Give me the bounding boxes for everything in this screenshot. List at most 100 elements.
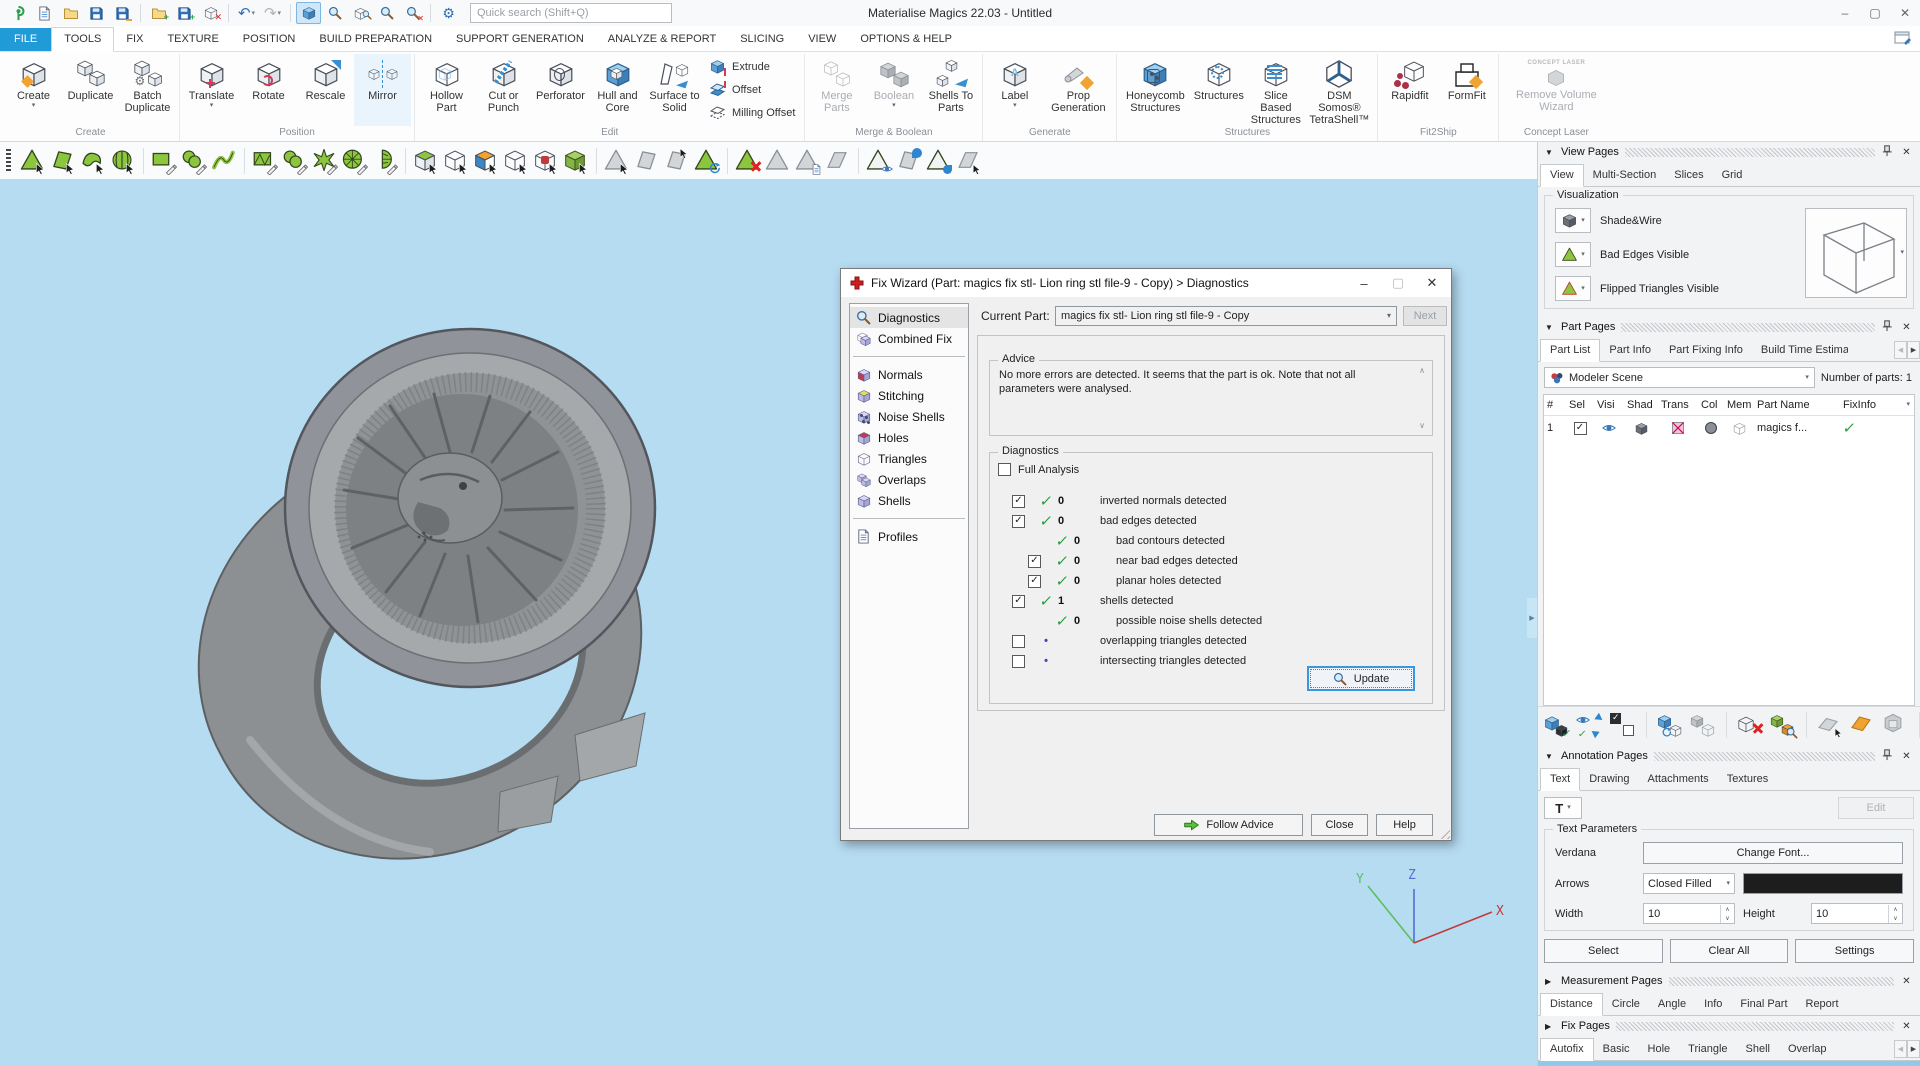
close-panel-icon[interactable]: ✕ <box>1900 147 1913 158</box>
color-icon[interactable] <box>1698 422 1724 434</box>
open-file-icon[interactable] <box>58 2 83 24</box>
tab-angle[interactable]: Angle <box>1649 994 1695 1015</box>
tab-analyze-report[interactable]: ANALYZE & REPORT <box>596 28 728 51</box>
tab-scroll-right[interactable]: ▶ <box>1907 341 1920 359</box>
machine-properties-icon[interactable] <box>1882 712 1910 738</box>
delete-marked-triangles-icon[interactable] <box>734 147 762 175</box>
pin-icon[interactable] <box>1881 748 1894 764</box>
star-marking-tool-icon[interactable] <box>311 147 339 175</box>
help-button[interactable]: Help <box>1376 814 1433 836</box>
sidebar-item-holes[interactable]: Holes <box>850 427 968 448</box>
diagnostic-row[interactable]: •overlapping triangles detected <box>990 631 1432 651</box>
text-tool-button[interactable]: T▾ <box>1544 797 1582 819</box>
prop-generation-button[interactable]: Prop Generation <box>1043 54 1113 126</box>
label-button[interactable]: ALabel▾ <box>986 54 1043 126</box>
zoom-part-icon[interactable] <box>348 2 373 24</box>
arrow-color-swatch[interactable] <box>1743 873 1903 894</box>
close-panel-icon[interactable]: ✕ <box>1900 322 1913 333</box>
tab-file[interactable]: FILE <box>0 28 51 51</box>
sidebar-item-triangles[interactable]: Triangles <box>850 448 968 469</box>
sidebar-item-overlaps[interactable]: Overlaps <box>850 469 968 490</box>
tab-slices[interactable]: Slices <box>1665 165 1712 186</box>
tab-hole[interactable]: Hole <box>1639 1039 1680 1060</box>
panel-collapse-handle[interactable]: ▶ <box>1527 598 1537 638</box>
view-pages-header[interactable]: ▼ View Pages ✕ <box>1538 142 1920 162</box>
color-drop-triangle-icon[interactable] <box>925 147 953 175</box>
tab-build-preparation[interactable]: BUILD PREPARATION <box>307 28 444 51</box>
cut-or-punch-button[interactable]: Cut or Punch <box>475 54 532 126</box>
current-part-select[interactable]: magics fix stl- Lion ring stl file-9 - C… <box>1055 306 1397 326</box>
table-row[interactable]: 1 ✓ magics f... ✓ <box>1544 416 1914 440</box>
tab-position[interactable]: POSITION <box>231 28 308 51</box>
select-cube-core-icon[interactable] <box>532 147 560 175</box>
dsm-somos-tetrashell-button[interactable]: DSM Somos® TetraShell™ <box>1304 54 1374 126</box>
panel-drag-area[interactable] <box>1621 323 1875 332</box>
panel-drag-area[interactable] <box>1654 752 1875 761</box>
window-triangles-tool-icon[interactable] <box>251 147 279 175</box>
freeform-marking-tool-icon[interactable] <box>210 147 238 175</box>
tab-part-list[interactable]: Part List <box>1540 339 1600 362</box>
select-cube-green-top-icon[interactable] <box>412 147 440 175</box>
dialog-minimize-button[interactable]: – <box>1347 271 1381 295</box>
tab-part-fixing-info[interactable]: Part Fixing Info <box>1660 340 1752 361</box>
toggle-selection-icon[interactable]: ✓ <box>1609 712 1637 738</box>
scene-selector[interactable]: Modeler Scene ▾ <box>1544 367 1815 388</box>
panel-drag-area[interactable] <box>1616 1022 1894 1031</box>
delete-part-icon[interactable] <box>1736 712 1764 738</box>
formfit-button[interactable]: FormFit <box>1438 54 1495 126</box>
tab-circle[interactable]: Circle <box>1603 994 1649 1015</box>
dialog-title-bar[interactable]: Fix Wizard (Part: magics fix stl- Lion r… <box>841 269 1451 297</box>
tab-support-generation[interactable]: SUPPORT GENERATION <box>444 28 596 51</box>
panel-drag-area[interactable] <box>1625 148 1875 157</box>
shade-icon[interactable] <box>1624 421 1658 436</box>
diagnostic-row[interactable]: ✓✓0planar holes detected <box>990 571 1432 591</box>
undo-icon[interactable]: ↶▾ <box>234 2 259 24</box>
platform-icon[interactable] <box>1816 712 1844 738</box>
mark-plane-tool-icon[interactable] <box>49 147 77 175</box>
diagnostic-row[interactable]: ✓✓0near bad edges detected <box>990 551 1432 571</box>
tab-autofix[interactable]: Autofix <box>1540 1038 1594 1061</box>
flipped-triangles-button[interactable]: ▾ <box>1555 276 1591 301</box>
redo-icon[interactable]: ↷▾ <box>260 2 285 24</box>
zoom-in-icon[interactable] <box>374 2 399 24</box>
visible-icon[interactable] <box>1594 421 1624 435</box>
clear-all-button[interactable]: Clear All <box>1670 939 1789 963</box>
zoom-fit-icon[interactable] <box>296 2 321 24</box>
close-button[interactable]: ✕ <box>1890 0 1920 26</box>
tab-view[interactable]: VIEW <box>796 28 848 51</box>
collapse-icon[interactable]: ▶ <box>1545 1022 1555 1031</box>
magics-logo-icon[interactable] <box>6 2 31 24</box>
collapse-icon[interactable]: ▼ <box>1545 148 1555 157</box>
tab-scroll-left[interactable]: ◀ <box>1894 341 1907 359</box>
close-panel-icon[interactable]: ✕ <box>1900 751 1913 762</box>
milling-offset-button[interactable]: Milling Offset <box>709 104 795 122</box>
bad-edges-button[interactable]: ▾ <box>1555 242 1591 267</box>
tab-shell[interactable]: Shell <box>1737 1039 1779 1060</box>
tab-overlap[interactable]: Overlap <box>1779 1039 1836 1060</box>
tab-grid[interactable]: Grid <box>1713 165 1752 186</box>
tab-scroll-right[interactable]: ▶ <box>1907 1040 1920 1058</box>
hollow-part-button[interactable]: Hollow Part <box>418 54 475 126</box>
tab-slicing[interactable]: SLICING <box>728 28 796 51</box>
memory-icon[interactable] <box>1724 421 1754 436</box>
shells-to-parts-button[interactable]: Shells To Parts <box>922 54 979 126</box>
diagnostic-row[interactable]: ✓✓0bad edges detected <box>990 511 1432 531</box>
pin-icon[interactable] <box>1881 319 1894 335</box>
toggle-visibility-icon[interactable]: ✓ <box>1576 712 1604 738</box>
tab-attachments[interactable]: Attachments <box>1639 769 1718 790</box>
sidebar-item-combined-fix[interactable]: Combined Fix <box>850 328 968 349</box>
settings-button[interactable]: Settings <box>1795 939 1914 963</box>
sidebar-item-shells[interactable]: Shells <box>850 490 968 511</box>
tab-report[interactable]: Report <box>1797 994 1848 1015</box>
tab-basic[interactable]: Basic <box>1594 1039 1639 1060</box>
diagnostic-row[interactable]: ✓0bad contours detected <box>990 531 1432 551</box>
select-checkbox[interactable]: ✓ <box>1574 422 1587 435</box>
select-cube-colored-icon[interactable] <box>472 147 500 175</box>
sidebar-item-diagnostics[interactable]: Diagnostics <box>850 307 968 328</box>
toolbar-drag-handle[interactable] <box>6 149 11 173</box>
tab-info[interactable]: Info <box>1695 994 1731 1015</box>
tab-options-help[interactable]: OPTIONS & HELP <box>848 28 964 51</box>
sidebar-item-stitching[interactable]: Stitching <box>850 385 968 406</box>
width-stepper[interactable]: 10∧∨ <box>1643 903 1735 924</box>
paint-marked-triangles-icon[interactable] <box>895 147 923 175</box>
